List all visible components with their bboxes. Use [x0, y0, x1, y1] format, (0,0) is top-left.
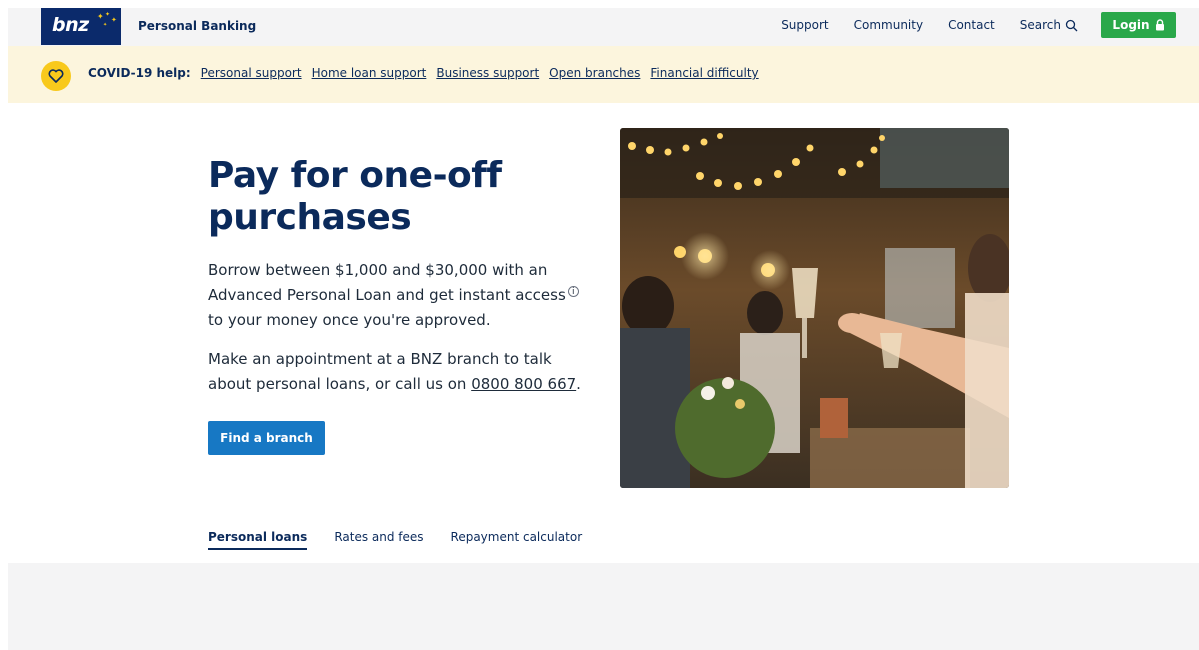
nav-community[interactable]: Community [854, 18, 923, 32]
tab-repayment-calculator[interactable]: Repayment calculator [451, 530, 583, 550]
tab-personal-loans[interactable]: Personal loans [208, 530, 308, 550]
footer-band [8, 563, 1199, 650]
page-title: Pay for one-off purchases [208, 155, 502, 238]
heart-icon-badge [41, 61, 71, 91]
covid-link-open-branches[interactable]: Open branches [549, 66, 640, 80]
bnz-logo[interactable]: bnz ✦ ✦ ✦ ✦ [41, 8, 121, 45]
info-icon[interactable]: i [567, 286, 579, 297]
logo-text: bnz [52, 14, 89, 36]
covid-link-financial-difficulty[interactable]: Financial difficulty [650, 66, 758, 80]
nav-search[interactable]: Search [1020, 18, 1078, 32]
covid-links: COVID-19 help: Personal support Home loa… [88, 66, 759, 80]
covid-lead: COVID-19 help: [88, 66, 191, 80]
tab-rates-and-fees[interactable]: Rates and fees [334, 530, 423, 550]
hero-photo [620, 128, 1009, 488]
heart-icon [48, 69, 64, 83]
svg-text:✦: ✦ [111, 16, 117, 24]
hero-contact-text: Make an appointment at a BNZ branch to t… [208, 347, 598, 397]
hero-intro-text: Borrow between $1,000 and $30,000 with a… [208, 261, 566, 304]
nav-links: Support Community Contact Search [781, 18, 1078, 32]
lock-icon [1155, 19, 1164, 31]
covid-link-home-loan-support[interactable]: Home loan support [312, 66, 427, 80]
nav-contact[interactable]: Contact [948, 18, 995, 32]
search-icon [1065, 19, 1078, 31]
login-button[interactable]: Login [1101, 12, 1176, 38]
svg-text:✦: ✦ [103, 22, 107, 28]
product-name[interactable]: Personal Banking [138, 19, 256, 33]
svg-text:✦: ✦ [97, 12, 104, 21]
covid-banner: COVID-19 help: Personal support Home loa… [8, 46, 1199, 103]
hero-intro-text-end: to your money once you're approved. [208, 311, 491, 329]
stars-icon: ✦ ✦ ✦ ✦ [97, 11, 117, 28]
phone-link[interactable]: 0800 800 667 [471, 375, 576, 393]
hero-intro: Borrow between $1,000 and $30,000 with a… [208, 258, 598, 333]
svg-text:✦: ✦ [105, 11, 110, 18]
find-branch-button[interactable]: Find a branch [208, 421, 325, 455]
nav-support[interactable]: Support [781, 18, 828, 32]
login-label: Login [1112, 18, 1150, 32]
top-nav: bnz ✦ ✦ ✦ ✦ Personal Banking Support Com… [8, 8, 1199, 46]
nav-search-label: Search [1019, 18, 1061, 32]
hero-contact-after: . [576, 375, 581, 393]
covid-link-personal-support[interactable]: Personal support [201, 66, 302, 80]
covid-link-business-support[interactable]: Business support [436, 66, 539, 80]
section-tabs: Personal loans Rates and fees Repayment … [208, 530, 582, 550]
